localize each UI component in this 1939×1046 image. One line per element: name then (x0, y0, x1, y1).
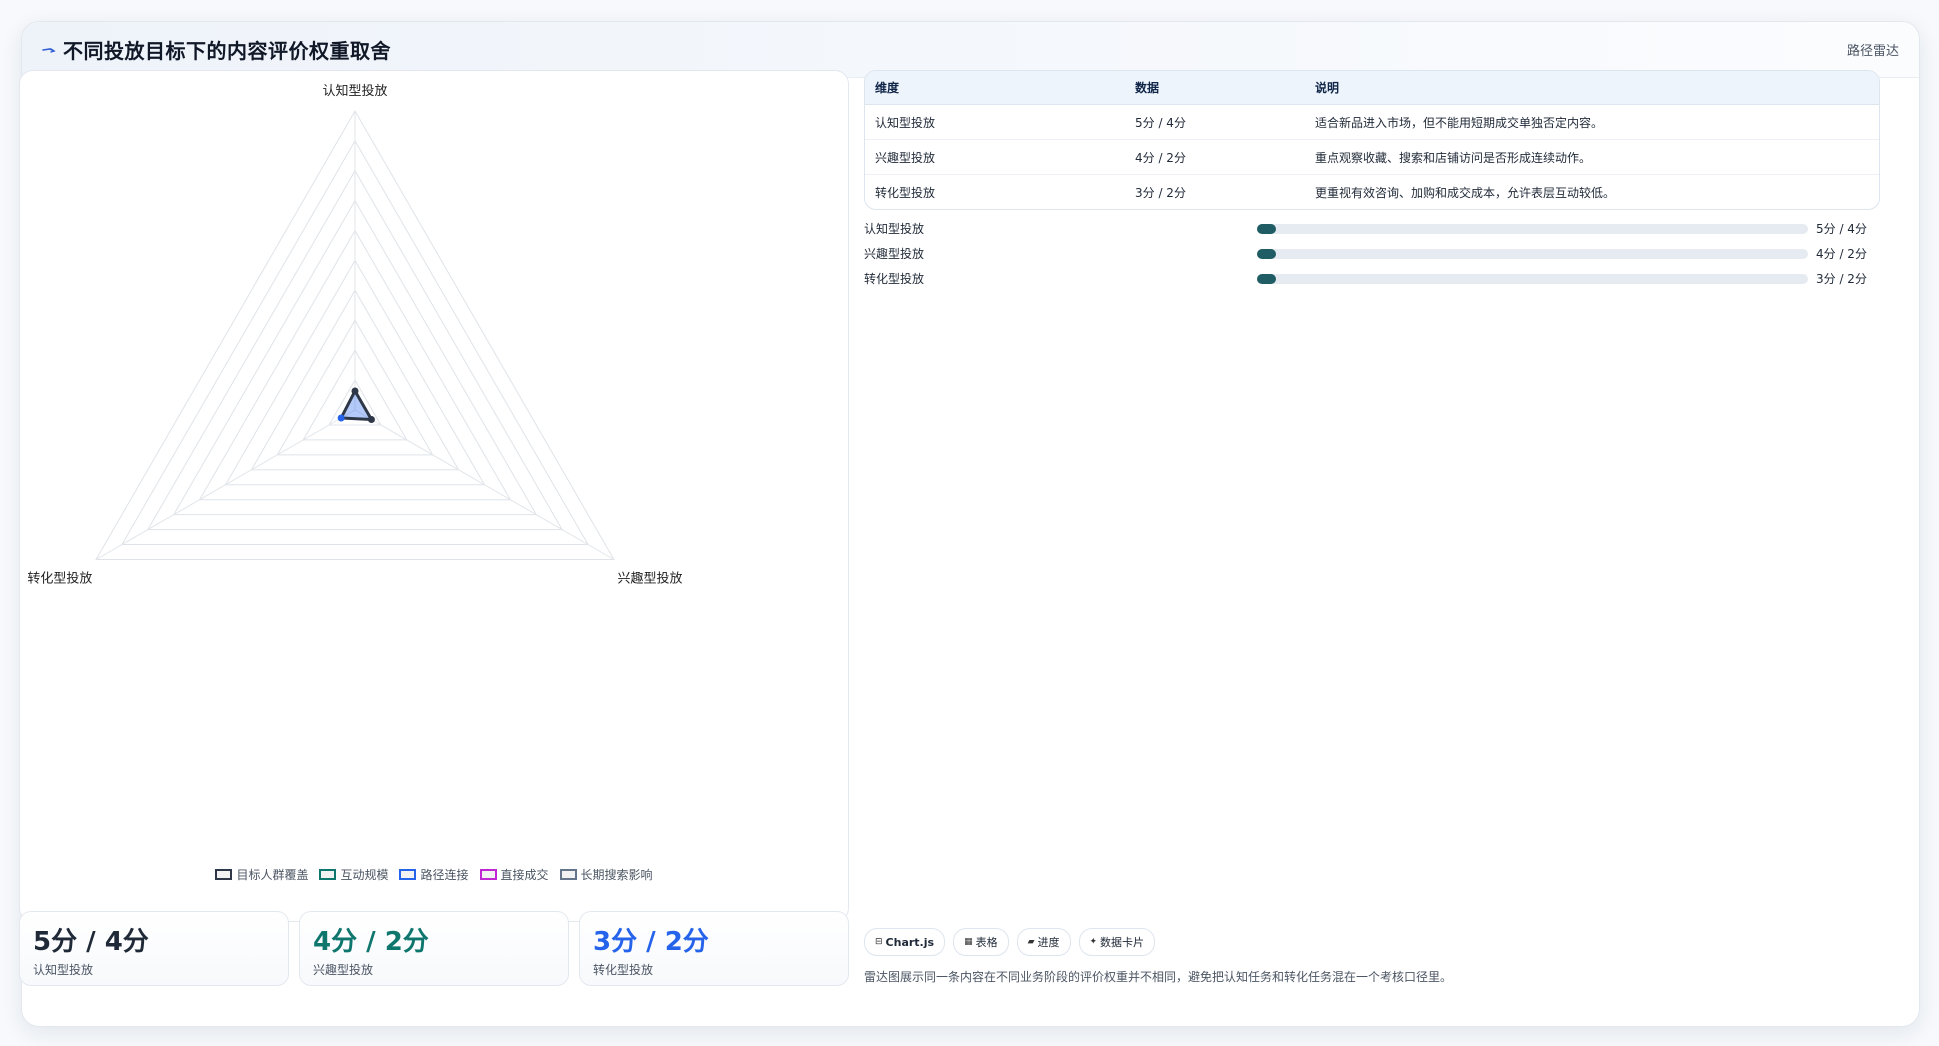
view-chips: ⊟ Chart.js ▦ 表格 ▰ 进度 ✦ 数据卡片 (864, 928, 1156, 956)
radar-point[interactable] (337, 414, 345, 422)
chip-data-card[interactable]: ✦ 数据卡片 (1078, 928, 1156, 956)
table-row: 认知型投放 5分 / 4分 适合新品进入市场，但不能用短期成交单独否定内容。 (865, 104, 1879, 140)
legend-swatch (399, 869, 417, 880)
chip-progress[interactable]: ▰ 进度 (1016, 928, 1071, 956)
progress-label: 兴趣型投放 (864, 247, 925, 261)
progress-row: 转化型投放 3分 / 2分 (864, 268, 1878, 293)
table-cell: 5分 / 4分 (1125, 104, 1305, 140)
legend-label: 目标人群覆盖 (236, 868, 309, 882)
legend-swatch (319, 869, 337, 880)
progress-row: 兴趣型投放 4分 / 2分 (864, 243, 1878, 268)
table-cell: 3分 / 2分 (1135, 185, 1186, 200)
progress-list: 认知型投放 5分 / 4分 兴趣型投放 4分 / 2分 转化型投放 3分 / 2… (864, 218, 1878, 293)
radar-mode-link[interactable]: 路径雷达 (1847, 40, 1899, 59)
progress-bar (1257, 274, 1808, 284)
legend-item[interactable]: 路径连接 (399, 866, 469, 883)
radar-chart: 认知型投放 兴趣型投放 转化型投放 (27, 83, 683, 587)
column-header-dimension: 维度 (865, 71, 1125, 105)
legend-item[interactable]: 互动规模 (319, 866, 388, 883)
radar-point[interactable] (367, 416, 375, 423)
stat-card: 3分 / 2分 转化型投放 (579, 911, 849, 986)
table-icon: ▦ (964, 937, 973, 947)
column-header-data: 数据 (1125, 71, 1305, 105)
axis-label-conversion: 转化型投放 (27, 571, 92, 587)
table-cell: 兴趣型投放 (865, 139, 1125, 175)
legend-label: 直接成交 (500, 868, 549, 882)
radar-point[interactable] (351, 387, 359, 395)
legend-label: 路径连接 (420, 868, 469, 882)
stat-card: 4分 / 2分 兴趣型投放 (299, 911, 569, 986)
arrow-icon (42, 48, 56, 53)
page-title: 不同投放目标下的内容评价权重取舍 (63, 39, 391, 63)
chip-chartjs[interactable]: ⊟ Chart.js (864, 928, 946, 956)
progress-fill (1257, 249, 1277, 259)
progress-value: 5分 / 4分 (1816, 222, 1867, 236)
table-row: 兴趣型投放 4分 / 2分 重点观察收藏、搜索和店铺访问是否形成连续动作。 (865, 139, 1879, 175)
table-cell: 4分 / 2分 (1125, 139, 1305, 175)
chart-footnote: 雷达图展示同一条内容在不同业务阶段的评价权重并不相同，避免把认知任务和转化任务混… (864, 970, 1453, 984)
axis-label-cognition: 认知型投放 (322, 83, 387, 99)
stat-value: 4分 / 2分 (313, 927, 429, 957)
legend-item[interactable]: 目标人群覆盖 (215, 866, 308, 883)
chip-table[interactable]: ▦ 表格 (953, 928, 1009, 956)
stat-cards: 5分 / 4分 认知型投放 4分 / 2分 兴趣型投放 3分 / 2分 转化型投… (19, 911, 849, 986)
progress-label: 转化型投放 (864, 272, 925, 286)
chip-label: 数据卡片 (1100, 936, 1145, 949)
progress-icon: ▰ (1027, 937, 1035, 947)
progress-label: 认知型投放 (864, 222, 925, 236)
table-row: 转化型投放 3分 / 2分 更重视有效咨询、加购和成交成本，允许表层互动较低。 (865, 175, 1879, 210)
table-cell: 适合新品进入市场，但不能用短期成交单独否定内容。 (1305, 104, 1879, 140)
progress-value: 4分 / 2分 (1816, 247, 1867, 261)
chart-icon: ⊟ (875, 937, 883, 947)
chart-legend: 目标人群覆盖 互动规模 路径连接 直接成交 长期搜索影响 (20, 866, 848, 883)
legend-swatch (559, 869, 577, 880)
progress-bar (1257, 249, 1808, 259)
column-header-note: 说明 (1305, 71, 1879, 105)
legend-label: 长期搜索影响 (580, 868, 653, 882)
table-cell: 认知型投放 (865, 104, 1125, 140)
legend-swatch (215, 869, 233, 880)
stat-label: 认知型投放 (33, 963, 94, 977)
data-table: 维度 数据 说明 认知型投放 5分 / 4分 适合新品进入市场，但不能用短期成交… (864, 70, 1880, 210)
radar-chart-panel: 认知型投放 兴趣型投放 转化型投放 目标人群覆盖 互动规模 路径连接 直接成交 … (19, 70, 849, 922)
table-cell: 转化型投放 (875, 185, 936, 200)
stat-value: 3分 / 2分 (593, 927, 709, 957)
stat-label: 转化型投放 (593, 963, 654, 977)
legend-label: 互动规模 (340, 868, 389, 882)
table-cell: 更重视有效咨询、加购和成交成本，允许表层互动较低。 (1315, 185, 1616, 200)
stat-card: 5分 / 4分 认知型投放 (19, 911, 289, 986)
stat-label: 兴趣型投放 (313, 963, 374, 977)
axis-label-interest: 兴趣型投放 (618, 571, 683, 587)
stat-value: 5分 / 4分 (33, 927, 149, 957)
progress-fill (1257, 274, 1277, 284)
progress-row: 认知型投放 5分 / 4分 (864, 218, 1878, 243)
table-header-row: 维度 数据 说明 (865, 71, 1879, 105)
legend-item[interactable]: 直接成交 (479, 866, 549, 883)
progress-bar (1257, 224, 1808, 234)
chip-label: 进度 (1037, 936, 1060, 949)
legend-swatch (479, 869, 497, 880)
legend-item[interactable]: 长期搜索影响 (559, 866, 653, 883)
progress-fill (1257, 224, 1277, 234)
card-icon: ✦ (1089, 937, 1098, 947)
chip-label: 表格 (975, 936, 998, 949)
progress-value: 3分 / 2分 (1816, 272, 1867, 286)
chip-label: Chart.js (885, 935, 935, 949)
table-cell: 重点观察收藏、搜索和店铺访问是否形成连续动作。 (1305, 139, 1879, 175)
